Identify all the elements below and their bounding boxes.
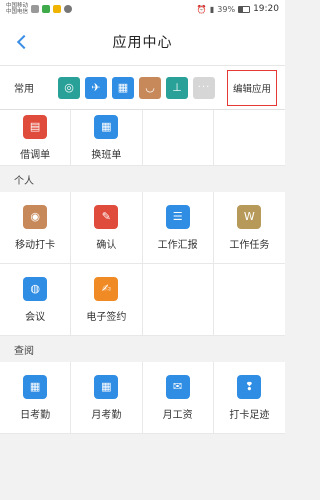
app-tile[interactable]: ◉ 移动打卡 — [0, 192, 72, 264]
battery-icon — [238, 5, 251, 13]
chevron-left-icon — [16, 34, 32, 50]
app-label: 月工资 — [162, 409, 193, 421]
plane-icon[interactable]: ✈ — [85, 76, 107, 99]
app-tile[interactable]: ◍ 会议 — [0, 264, 72, 336]
app-tile[interactable]: W 工作任务 — [213, 192, 285, 264]
common-apps-bar: 常用 ◎ ✈ ▦ ◡ ⊥ ··· 编辑应用 — [0, 66, 285, 110]
section-app-grid: ▦ 日考勤 ▦ 月考勤 ✉ 月工资 ❢ 打卡足迹 — [0, 362, 285, 434]
empty-cell — [213, 110, 285, 166]
app-tile[interactable]: ✎ 确认 — [71, 192, 143, 264]
app-label: 会议 — [25, 311, 46, 323]
location-pin-icon: ◉ — [23, 204, 48, 229]
section-app-grid: ◉ 移动打卡 ✎ 确认 ☰ 工作汇报 W 工作任务 ◍ 会议 ✍ 电子签约 — [0, 192, 285, 336]
status-right: ⏰ ▮ 39% 19:20 — [197, 4, 279, 14]
clock: 19:20 — [253, 4, 279, 14]
notification-icon — [53, 5, 62, 13]
carrier-info: 中国移动 中国电信 — [6, 3, 28, 16]
app-label: 电子签约 — [86, 311, 127, 323]
app-label: 移动打卡 — [15, 239, 56, 251]
nav-bar: 应用中心 — [0, 18, 285, 66]
empty-cell — [142, 264, 214, 336]
more-icon[interactable]: ··· — [193, 76, 215, 99]
cup-icon[interactable]: ◡ — [139, 76, 161, 99]
footprint-icon: ❢ — [237, 374, 262, 399]
section-header: 个人 — [0, 166, 285, 192]
id-card-icon: ▤ — [23, 114, 48, 139]
calendar-icon[interactable]: ▦ — [112, 76, 134, 99]
e-sign-icon: ✍ — [94, 276, 119, 301]
report-icon: ☰ — [165, 204, 190, 229]
app-label: 日考勤 — [20, 409, 51, 421]
battery-level — [239, 6, 243, 12]
status-bar: 中国移动 中国电信 ⏰ ▮ 39% 19:20 — [0, 0, 285, 18]
calendar-day-icon: ▦ — [23, 374, 48, 399]
app-notification-icon — [64, 5, 73, 13]
back-button[interactable] — [8, 28, 36, 56]
meeting-icon: ◍ — [23, 276, 48, 301]
empty-cell — [142, 110, 214, 166]
app-tile[interactable]: ▦ 月考勤 — [71, 362, 143, 434]
calendar-month-icon: ▦ — [94, 374, 119, 399]
app-label: 借调单 — [20, 149, 51, 161]
empty-cell — [213, 264, 285, 336]
chat-icon[interactable]: ◎ — [58, 76, 80, 99]
common-icons: ◎ ✈ ▦ ◡ ⊥ ··· — [58, 76, 215, 99]
top-app-grid: ▤ 借调单 ▦ 换班单 — [0, 110, 285, 166]
stamp-icon[interactable]: ⊥ — [166, 76, 188, 99]
confirm-icon: ✎ — [94, 204, 119, 229]
app-tile[interactable]: ☰ 工作汇报 — [142, 192, 214, 264]
app-label: 月考勤 — [91, 409, 122, 421]
app-label: 工作任务 — [229, 239, 270, 251]
app-label: 确认 — [96, 239, 117, 251]
alarm-icon: ⏰ — [196, 4, 207, 14]
app-tile[interactable]: ▦ 换班单 — [71, 110, 143, 166]
sections: 个人 ◉ 移动打卡 ✎ 确认 ☰ 工作汇报 W 工作任务 ◍ 会议 ✍ 电子签约查阅 ▦ 日考勤 ▦ 月考勤 ✉ 月… — [0, 166, 285, 434]
page-title: 应用中心 — [112, 34, 173, 51]
edit-apps-button[interactable]: 编辑应用 — [227, 70, 277, 106]
salary-icon: ✉ — [165, 374, 190, 399]
section-header: 查阅 — [0, 336, 285, 362]
common-label: 常用 — [14, 84, 34, 95]
schedule-icon: ▦ — [94, 114, 119, 139]
wechat-icon — [42, 5, 51, 13]
app-tile[interactable]: ✍ 电子签约 — [71, 264, 143, 336]
app-label: 工作汇报 — [157, 239, 198, 251]
battery-text: 39% — [217, 4, 236, 14]
status-left: 中国移动 中国电信 — [6, 3, 73, 16]
signal-icon: ▮ — [209, 4, 215, 14]
app-label: 换班单 — [91, 149, 122, 161]
task-icon: W — [237, 204, 262, 229]
app-tile[interactable]: ✉ 月工资 — [142, 362, 214, 434]
app-label: 打卡足迹 — [229, 409, 270, 421]
carrier-2: 中国电信 — [6, 9, 29, 15]
app-tile[interactable]: ❢ 打卡足迹 — [213, 362, 285, 434]
wifi-icon — [31, 5, 40, 13]
app-tile[interactable]: ▦ 日考勤 — [0, 362, 72, 434]
app-tile[interactable]: ▤ 借调单 — [0, 110, 72, 166]
